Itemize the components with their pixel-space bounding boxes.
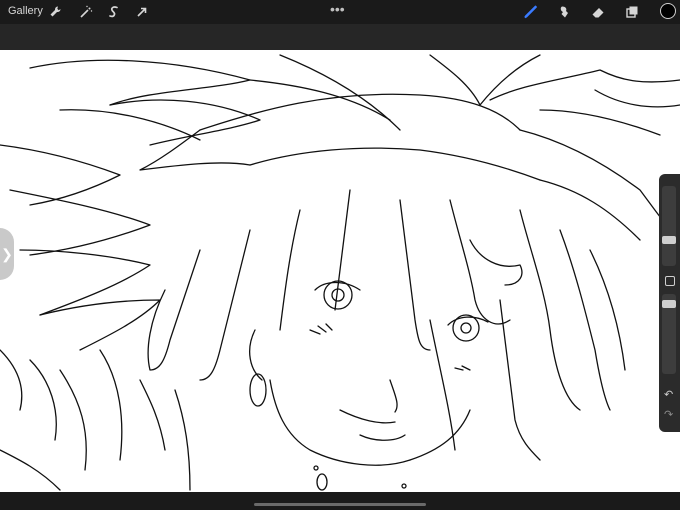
arrow-cursor-icon[interactable] — [132, 2, 152, 22]
redo-button[interactable]: ↷ — [664, 408, 673, 421]
right-sidebar: ↶ ↷ — [659, 174, 680, 432]
undo-button[interactable]: ↶ — [664, 388, 673, 401]
eraser-icon[interactable] — [588, 2, 608, 22]
brush-size-slider[interactable] — [662, 186, 676, 266]
line-art — [0, 54, 680, 491]
layers-icon[interactable] — [622, 2, 642, 22]
selection-s-icon[interactable] — [104, 2, 124, 22]
bottom-bar — [0, 492, 680, 510]
brush-size-thumb[interactable] — [662, 236, 676, 244]
chevron-right-icon: ❯ — [1, 245, 13, 262]
opacity-thumb[interactable] — [662, 300, 676, 308]
left-sidebar-handle[interactable]: ❯ — [0, 228, 14, 280]
gallery-button[interactable]: Gallery — [8, 5, 43, 17]
more-menu[interactable]: ••• — [330, 1, 345, 17]
smudge-icon[interactable] — [554, 2, 574, 22]
color-swatch[interactable] — [660, 3, 676, 19]
magic-wand-icon[interactable] — [76, 2, 96, 22]
toolbar-shadow-strip — [0, 24, 680, 50]
wrench-icon[interactable] — [46, 2, 66, 22]
modify-button[interactable] — [665, 276, 675, 286]
top-toolbar: Gallery ••• — [0, 0, 680, 24]
opacity-slider[interactable] — [662, 294, 676, 374]
home-indicator[interactable] — [254, 503, 426, 506]
drawing-canvas[interactable] — [0, 50, 680, 492]
brush-icon[interactable] — [520, 2, 540, 22]
